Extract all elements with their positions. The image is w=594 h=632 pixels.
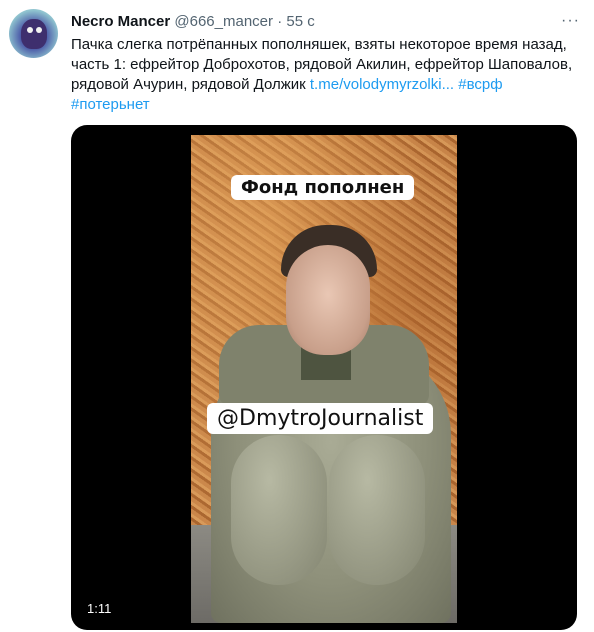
avatar-eye-right [36,27,42,33]
avatar-eye-left [27,27,33,33]
hashtag-poterjnet[interactable]: #потерьнет [71,96,150,113]
header-separator: · [277,13,283,30]
tweet-link[interactable]: t.me/volodymyrzolki... [310,76,454,93]
tweet-text: Пачка слегка потрёпанных пополняшек, взя… [71,35,583,115]
author-handle[interactable]: @666_mancer [174,13,273,30]
tweet-header: Necro Mancer @666_mancer · 55 с [71,12,315,32]
tweet-card[interactable]: Necro Mancer @666_mancer · 55 с ··· Пачк… [0,0,594,632]
avatar-figure [21,19,47,49]
author-name[interactable]: Necro Mancer [71,13,170,30]
video-duration: 1:11 [87,601,112,616]
video-player[interactable]: Фонд пополнен @DmytroJournalist 1:11 [71,125,577,630]
video-person-knee-left [231,435,327,585]
tweet-timestamp[interactable]: 55 с [286,13,314,30]
video-person-face [286,245,370,355]
hashtag-vsrf[interactable]: #всрф [458,76,502,93]
video-caption-top: Фонд пополнен [231,175,415,200]
video-caption-watermark: @DmytroJournalist [207,403,434,434]
video-person-knee-right [329,435,425,585]
video-frame: Фонд пополнен @DmytroJournalist [191,135,457,623]
avatar[interactable] [9,9,58,58]
more-options-icon[interactable]: ··· [561,12,580,30]
